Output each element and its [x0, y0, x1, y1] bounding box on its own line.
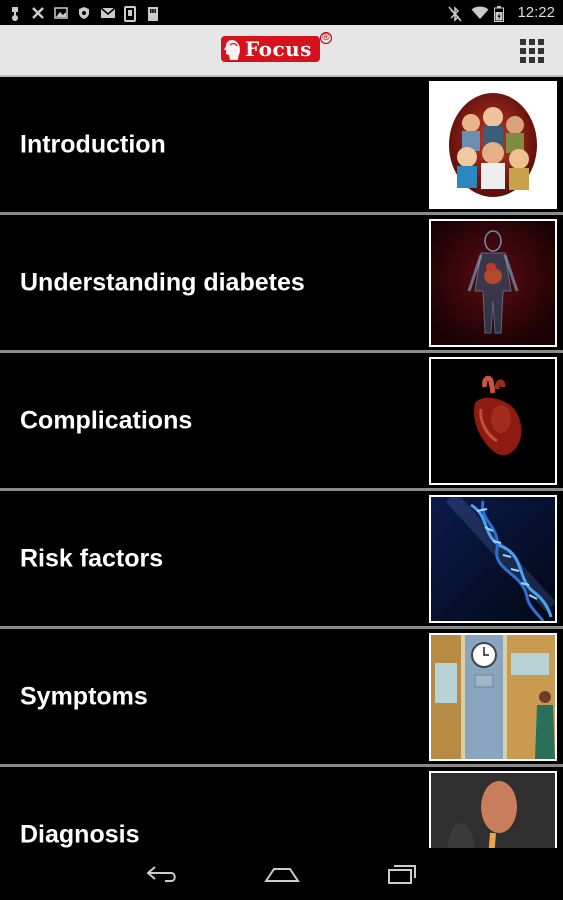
finger-prick-illustration [431, 773, 555, 848]
symptoms-thumbnail[interactable] [429, 633, 557, 761]
logo-badge: Focus ® [221, 32, 332, 62]
risk-factors-thumbnail[interactable] [429, 495, 557, 623]
back-icon [145, 866, 176, 882]
wifi-icon [471, 6, 489, 20]
grid-icon-cell [529, 48, 535, 54]
understanding-diabetes-thumbnail[interactable] [429, 219, 557, 347]
close-x-icon [31, 6, 45, 20]
topic-list: Introduction Understanding diabetes Comp… [0, 77, 563, 848]
grid-icon-cell [520, 57, 526, 63]
sim-icon [123, 5, 137, 22]
list-item-understanding-diabetes[interactable]: Understanding diabetes [0, 215, 563, 353]
diagnosis-thumbnail[interactable] [429, 771, 557, 848]
list-item-complications[interactable]: Complications [0, 353, 563, 491]
usb-icon [8, 6, 22, 21]
battery-icon [494, 5, 508, 22]
complications-thumbnail[interactable] [429, 357, 557, 485]
status-bar: 12:22 [0, 0, 563, 25]
status-left-icons [8, 5, 160, 22]
status-time: 12:22 [517, 4, 555, 21]
grid-icon-cell [520, 48, 526, 54]
grid-icon-cell [529, 39, 535, 45]
list-item-diagnosis[interactable]: Diagnosis [0, 767, 563, 848]
shield-icon [77, 6, 91, 20]
image-icon [54, 6, 68, 20]
grid-icon-cell [520, 39, 526, 45]
dna-illustration [431, 497, 555, 621]
list-item-label: Symptoms [20, 682, 148, 710]
mail-icon [100, 6, 116, 20]
logo-text: Focus [245, 37, 312, 61]
navigation-bar [0, 848, 563, 900]
registered-mark: ® [319, 32, 332, 44]
list-item-introduction[interactable]: Introduction [0, 77, 563, 215]
human-body-illustration [431, 221, 555, 345]
restroom-doors-illustration [431, 635, 555, 759]
list-item-label: Complications [20, 406, 193, 434]
back-button[interactable] [142, 859, 182, 889]
bluetooth-off-icon [448, 5, 463, 22]
focus-logo: Focus ® [221, 32, 332, 63]
list-item-label: Introduction [20, 130, 166, 158]
list-item-label: Diagnosis [20, 820, 140, 848]
grid-icon-cell [529, 57, 535, 63]
home-icon [263, 868, 300, 882]
recent-apps-icon [387, 865, 416, 884]
list-item-label: Understanding diabetes [20, 268, 305, 296]
home-button[interactable] [262, 859, 302, 889]
status-right-icons: 12:22 [448, 4, 555, 22]
list-item-label: Risk factors [20, 544, 164, 572]
introduction-thumbnail[interactable] [429, 81, 557, 209]
grid-icon-cell [538, 39, 544, 45]
people-crowd-illustration [431, 83, 555, 207]
grid-menu-button[interactable] [519, 38, 545, 64]
recent-apps-button[interactable] [382, 859, 422, 889]
logo-head-icon [224, 40, 240, 60]
action-bar: Focus ® [0, 25, 563, 77]
grid-icon-cell [538, 48, 544, 54]
list-item-symptoms[interactable]: Symptoms [0, 629, 563, 767]
grid-icon-cell [538, 57, 544, 63]
heart-illustration [431, 359, 555, 483]
list-item-risk-factors[interactable]: Risk factors [0, 491, 563, 629]
storage-icon [146, 6, 160, 21]
